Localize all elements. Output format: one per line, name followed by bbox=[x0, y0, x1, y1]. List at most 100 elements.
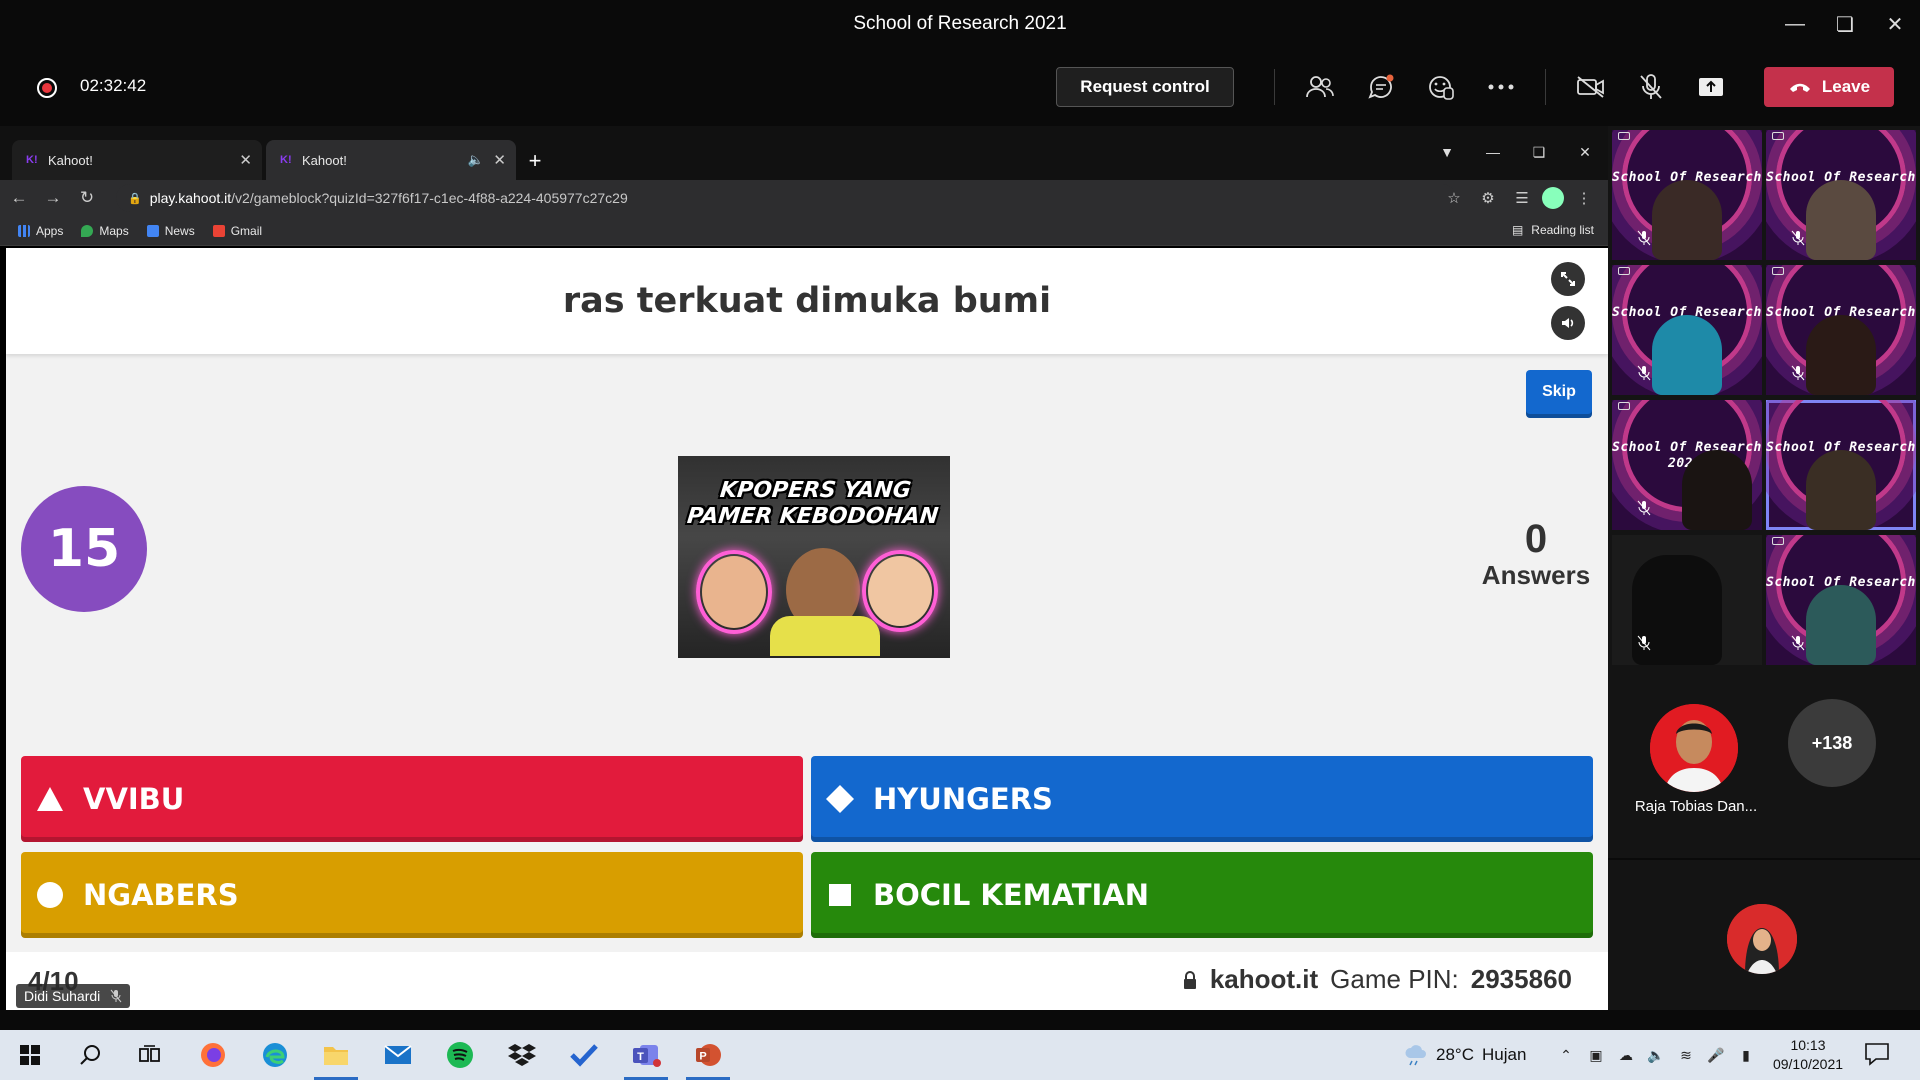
browser-tab-active[interactable]: K! Kahoot! 🔈 ✕ bbox=[266, 140, 516, 180]
profile-avatar[interactable] bbox=[1542, 187, 1564, 209]
mic-off-icon bbox=[1637, 365, 1651, 381]
image-glow bbox=[862, 550, 938, 632]
shared-screen: K! Kahoot! ✕ K! Kahoot! 🔈 ✕ + ▼ — ❏ ✕ ← … bbox=[0, 126, 1608, 1010]
participant-tile[interactable] bbox=[1612, 535, 1762, 665]
microphone-icon[interactable]: 🎤 bbox=[1706, 1045, 1726, 1065]
mic-off-icon bbox=[110, 989, 122, 1003]
onedrive-icon[interactable]: ☁ bbox=[1616, 1045, 1636, 1065]
answer-option-yellow[interactable]: NGABERS bbox=[21, 852, 803, 938]
file-explorer-icon[interactable] bbox=[308, 1030, 364, 1080]
participant-video bbox=[1682, 450, 1752, 530]
skip-button[interactable]: Skip bbox=[1526, 370, 1592, 418]
answers-label: Answers bbox=[1481, 560, 1591, 590]
minimize-icon[interactable]: — bbox=[1770, 0, 1820, 48]
notification-icon[interactable] bbox=[1864, 1042, 1890, 1068]
profile-menu-icon[interactable]: ▼ bbox=[1424, 134, 1470, 170]
browser-close-icon[interactable]: ✕ bbox=[1562, 134, 1608, 170]
teams-icon[interactable]: T bbox=[618, 1030, 674, 1080]
close-icon[interactable]: ✕ bbox=[1870, 0, 1920, 48]
participant-tile[interactable]: School Of Research bbox=[1766, 265, 1916, 395]
reactions-icon[interactable] bbox=[1424, 70, 1458, 104]
leave-button[interactable]: Leave bbox=[1764, 67, 1894, 107]
more-options-icon[interactable] bbox=[1484, 70, 1518, 104]
answer-option-blue[interactable]: HYUNGERS bbox=[811, 756, 1593, 842]
bookmark-star-icon[interactable]: ☆ bbox=[1440, 183, 1468, 213]
wifi-icon[interactable]: ≋ bbox=[1676, 1045, 1696, 1065]
new-tab-icon[interactable]: + bbox=[520, 146, 550, 176]
participant-tile[interactable]: School Of Research bbox=[1612, 265, 1762, 395]
reload-icon[interactable]: ↻ bbox=[72, 183, 102, 213]
browser-minimize-icon[interactable]: — bbox=[1470, 134, 1516, 170]
recording-icon bbox=[37, 78, 57, 98]
address-bar[interactable]: 🔒 play.kahoot.it/v2/gameblock?quizId=327… bbox=[116, 184, 1456, 212]
mic-off-icon bbox=[1791, 635, 1805, 651]
lock-icon bbox=[1183, 970, 1196, 989]
tab-audio-icon[interactable]: 🔈 bbox=[468, 152, 484, 168]
sound-icon[interactable] bbox=[1551, 306, 1585, 340]
camera-off-icon[interactable] bbox=[1574, 70, 1608, 104]
bookmark-apps[interactable]: Apps bbox=[18, 224, 63, 238]
answer-option-red[interactable]: VVIBU bbox=[21, 756, 803, 842]
browser-restore-icon[interactable]: ❏ bbox=[1516, 134, 1562, 170]
task-view-icon[interactable] bbox=[122, 1030, 178, 1080]
chevron-up-icon[interactable]: ⌃ bbox=[1556, 1045, 1576, 1065]
restore-icon[interactable]: ❏ bbox=[1820, 0, 1870, 48]
fullscreen-icon[interactable] bbox=[1551, 262, 1585, 296]
participant-tile[interactable]: School Of Research bbox=[1766, 535, 1916, 665]
chat-icon[interactable] bbox=[1364, 70, 1398, 104]
volume-icon[interactable]: 🔈 bbox=[1646, 1045, 1666, 1065]
browser-tab[interactable]: K! Kahoot! ✕ bbox=[12, 140, 262, 180]
apps-grid-icon bbox=[18, 224, 30, 237]
windows-start-icon[interactable] bbox=[2, 1030, 58, 1080]
back-icon[interactable]: ← bbox=[4, 183, 34, 213]
tab-close-icon[interactable]: ✕ bbox=[239, 151, 252, 169]
extensions-icon[interactable]: ⚙ bbox=[1474, 183, 1502, 213]
mic-off-icon[interactable] bbox=[1634, 70, 1668, 104]
avatar[interactable] bbox=[1727, 904, 1797, 974]
browser-menu-icon[interactable]: ⋮ bbox=[1570, 183, 1598, 213]
avatar[interactable] bbox=[1650, 704, 1738, 792]
spotify-icon[interactable] bbox=[432, 1030, 488, 1080]
mail-icon[interactable] bbox=[370, 1030, 426, 1080]
participant-tile[interactable]: School Of Research 2021 bbox=[1612, 400, 1762, 530]
request-control-button[interactable]: Request control bbox=[1056, 67, 1234, 107]
tab-close-icon[interactable]: ✕ bbox=[493, 151, 506, 169]
bookmark-news[interactable]: News bbox=[146, 224, 195, 238]
video-indicator-icon bbox=[1618, 132, 1630, 140]
url-path: /v2/gameblock?quizId=327f6f17-c1ec-4f88-… bbox=[231, 190, 628, 206]
hang-up-icon bbox=[1789, 83, 1810, 92]
battery-icon[interactable]: ▮ bbox=[1736, 1045, 1756, 1065]
todo-icon[interactable] bbox=[556, 1030, 612, 1080]
browser-toolbar-actions: ☆ ⚙ ☰ ⋮ bbox=[1440, 183, 1598, 213]
participant-video bbox=[1806, 450, 1876, 530]
system-clock[interactable]: 10:13 09/10/2021 bbox=[1766, 1036, 1850, 1074]
mic-off-icon bbox=[1637, 500, 1651, 516]
share-screen-icon[interactable] bbox=[1694, 70, 1728, 104]
answer-option-green[interactable]: BOCIL KEMATIAN bbox=[811, 852, 1593, 938]
image-caption: KPOPERS YANG PAMER KEBODOHAN bbox=[678, 478, 950, 530]
firefox-icon[interactable] bbox=[185, 1030, 241, 1080]
game-pin: 2935860 bbox=[1470, 964, 1572, 994]
forward-icon[interactable]: → bbox=[38, 183, 68, 213]
edge-icon[interactable] bbox=[247, 1030, 303, 1080]
media-control-icon[interactable]: ☰ bbox=[1508, 183, 1536, 213]
dropbox-icon[interactable] bbox=[494, 1030, 550, 1080]
search-icon[interactable] bbox=[62, 1030, 118, 1080]
reading-list[interactable]: ▤ Reading list bbox=[1512, 223, 1594, 237]
presenter-name-tag: Didi Suhardi bbox=[16, 984, 131, 1008]
participant-video bbox=[1806, 585, 1876, 665]
meet-now-icon[interactable]: ▣ bbox=[1586, 1045, 1606, 1065]
participant-tile[interactable]: School Of Research bbox=[1766, 130, 1916, 260]
kahoot-favicon-icon: K! bbox=[280, 154, 292, 166]
video-indicator-icon bbox=[1772, 267, 1784, 275]
participant-tile[interactable]: School Of Research bbox=[1612, 130, 1762, 260]
bookmark-maps[interactable]: Maps bbox=[81, 224, 129, 238]
bookmark-gmail[interactable]: Gmail bbox=[212, 224, 262, 238]
participant-tile-speaking[interactable]: School Of Research bbox=[1766, 400, 1916, 530]
weather-widget[interactable]: 28°C Hujan bbox=[1404, 1030, 1526, 1080]
participant-name: Raja Tobias Dan... bbox=[1634, 798, 1758, 815]
mic-off-icon bbox=[1791, 230, 1805, 246]
participants-icon[interactable] bbox=[1303, 70, 1337, 104]
more-participants-button[interactable]: +138 bbox=[1788, 699, 1876, 787]
powerpoint-icon[interactable]: P bbox=[680, 1030, 736, 1080]
